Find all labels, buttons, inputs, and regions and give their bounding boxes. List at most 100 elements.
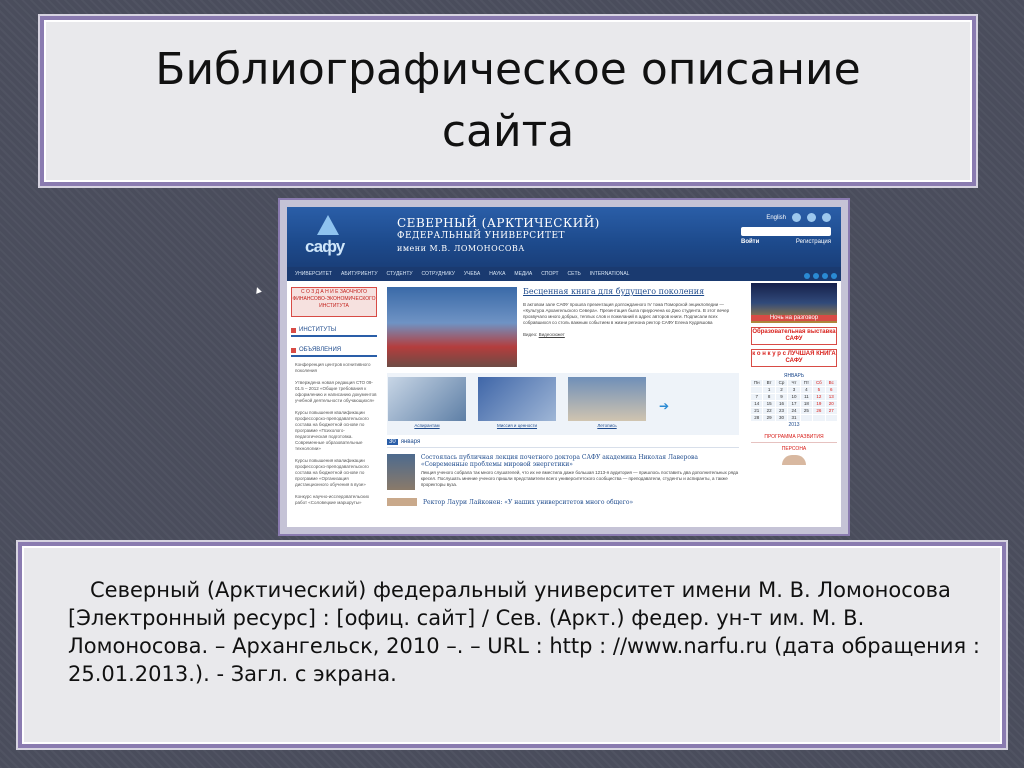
featured-story: Бесценная книга для будущего поколения В… [387, 287, 739, 367]
citation-text: Северный (Арктический) федеральный униве… [68, 578, 980, 686]
date-header: 30 января [387, 439, 739, 448]
calendar-day: 14 [751, 401, 763, 407]
calendar-day: 11 [800, 394, 813, 400]
nav-item: СЕТЬ [567, 271, 581, 277]
header-tools: English Войти Регистрация [741, 213, 831, 245]
calendar-day: 31 [788, 415, 800, 421]
logo-mark-icon [317, 215, 339, 235]
bullet-icon [291, 327, 296, 333]
login-link: Войти [741, 239, 760, 245]
title-box: Библиографическое описание сайта [38, 14, 978, 188]
calendar-widget: ЯНВАРЬ Пн Вт Ср Чт Пт Сб Вс 1 2 3 4 5 6 7 8 9 10 11 12 13 14… [751, 373, 837, 428]
site-header: сафу СЕВЕРНЫЙ (АРКТИЧЕСКИЙ) ФЕДЕРАЛЬНЫЙ … [287, 207, 841, 267]
thumbnail-image [388, 377, 466, 421]
main-column: Бесценная книга для будущего поколения В… [387, 287, 739, 506]
register-link: Регистрация [795, 239, 831, 245]
news-text: Состоялась публичная лекция почетного до… [421, 454, 739, 490]
exhibition-banner: Образовательная выставка САФУ [751, 327, 837, 345]
slide-title: Библиографическое описание сайта [155, 44, 861, 157]
nav-item: АБИТУРИЕНТУ [340, 271, 378, 277]
bullet-icon [291, 347, 296, 353]
auth-links: Войти Регистрация [741, 239, 831, 245]
thumbnail-caption: Летопись [597, 423, 617, 428]
calendar-weekday: Пн [751, 380, 763, 386]
calendar-weekday: Вс [825, 380, 837, 386]
calendar-day: 20 [825, 401, 837, 407]
university-name-line2: ФЕДЕРАЛЬНЫЙ УНИВЕРСИТЕТ [397, 231, 566, 241]
calendar-day: 13 [825, 394, 837, 400]
social-icon [792, 213, 801, 222]
list-item: Конкурс научно-исследовательских работ «… [295, 494, 370, 505]
social-icon [822, 213, 831, 222]
date-month: января [400, 439, 421, 445]
share-icon [804, 273, 810, 279]
thumbnail-caption: Миссия и ценности [496, 423, 538, 428]
list-item: Курсы повышения квалификации профессорск… [295, 458, 369, 487]
citation-box: Северный (Арктический) федеральный униве… [16, 540, 1008, 750]
nav-item: СТУДЕНТУ [386, 271, 413, 277]
news-photo [387, 454, 415, 490]
calendar-day: 1 [763, 387, 775, 393]
program-link: ПРОГРАММА РАЗВИТИЯ [751, 434, 837, 443]
thumbnail-card: Аспирантам [387, 377, 467, 435]
calendar-grid: Пн Вт Ср Чт Пт Сб Вс 1 2 3 4 5 6 7 8 9 10 11 12 13 14 15 16 17 1… [751, 380, 837, 421]
news-title: Состоялась публичная лекция почетного до… [420, 454, 698, 468]
website-page: сафу СЕВЕРНЫЙ (АРКТИЧЕСКИЙ) ФЕДЕРАЛЬНЫЙ … [287, 207, 841, 527]
calendar-day [751, 387, 763, 393]
persona-photo [782, 455, 806, 465]
featured-body: В актовом зале САФУ прошла презентация д… [523, 302, 730, 325]
calendar-day: 3 [788, 387, 800, 393]
university-name-line3: имени М.В. ЛОМОНОСОВА [397, 244, 525, 253]
thumbnail-card: Летопись [567, 377, 647, 435]
calendar-day: 9 [775, 394, 788, 400]
nav-item: СПОРТ [541, 271, 559, 277]
calendar-day: 23 [775, 408, 788, 414]
site-search-input [741, 227, 831, 236]
calendar-day: 4 [800, 387, 813, 393]
calendar-day: 26 [813, 408, 825, 414]
video-link: Видеосюжет [538, 332, 565, 337]
header-icons: English [741, 213, 831, 222]
institutes-label: ИНСТИТУТЫ [299, 327, 337, 333]
share-icon [822, 273, 828, 279]
calendar-weekday: Чт [788, 380, 800, 386]
night-banner-label: Ночь на разговор [751, 315, 837, 321]
pointer-cursor-icon [254, 286, 262, 294]
calendar-day: 12 [813, 394, 825, 400]
news-body: Лекция ученого собрала так много слушате… [420, 470, 739, 487]
calendar-day: 24 [788, 408, 800, 414]
video-label: Видео: [523, 332, 538, 337]
promo-banner: С О З Д А Н И Е ЗАОЧНОГО ФИНАНСОВО-ЭКОНО… [291, 287, 377, 317]
thumbnail-card: Миссия и ценности [477, 377, 557, 435]
calendar-weekday: Вт [763, 380, 775, 386]
thumbnail-strip: Аспирантам Миссия и ценности Летопись ➔ [387, 373, 739, 435]
announcements-list: Конференция центров когнитивного поколен… [291, 362, 377, 506]
news-item: Состоялась публичная лекция почетного до… [387, 454, 739, 490]
nav-item: НАУКА [489, 271, 506, 277]
share-icon [831, 273, 837, 279]
calendar-day: 28 [751, 415, 763, 421]
university-name-line1: СЕВЕРНЫЙ (АРКТИЧЕСКИЙ) [397, 216, 600, 230]
news-title: Ректор Лаури Лайконен: «У наших универси… [423, 498, 634, 506]
calendar-month: ЯНВАРЬ [783, 373, 805, 379]
featured-title: Бесценная книга для будущего поколения [523, 287, 705, 296]
website-screenshot: сафу СЕВЕРНЫЙ (АРКТИЧЕСКИЙ) ФЕДЕРАЛЬНЫЙ … [278, 198, 850, 536]
calendar-day: 25 [800, 408, 813, 414]
nav-item: СОТРУДНИКУ [421, 271, 455, 277]
institutes-heading: ИНСТИТУТЫ [291, 325, 377, 337]
share-icons [751, 273, 837, 279]
thumbnail-caption: Аспирантам [414, 423, 440, 428]
share-icon [813, 273, 819, 279]
list-item: Курсы повышения квалификации профессорск… [295, 410, 369, 451]
logo-word: сафу [305, 237, 345, 256]
calendar-day [825, 415, 837, 421]
calendar-weekday: Пт [800, 380, 813, 386]
right-column: Ночь на разговор Образовательная выставк… [751, 273, 837, 465]
calendar-year: 2013 [788, 422, 800, 428]
news-item: Ректор Лаури Лайконен: «У наших универси… [387, 498, 739, 506]
featured-video: Видео: Видеосюжет [523, 332, 739, 338]
contest-banner: к о н к у р с ЛУЧШАЯ КНИГА САФУ [751, 349, 837, 367]
list-item: Утверждена новая редакция СТО 09-01.5 – … [295, 380, 377, 403]
calendar-day: 2 [775, 387, 788, 393]
calendar-day: 21 [751, 408, 763, 414]
